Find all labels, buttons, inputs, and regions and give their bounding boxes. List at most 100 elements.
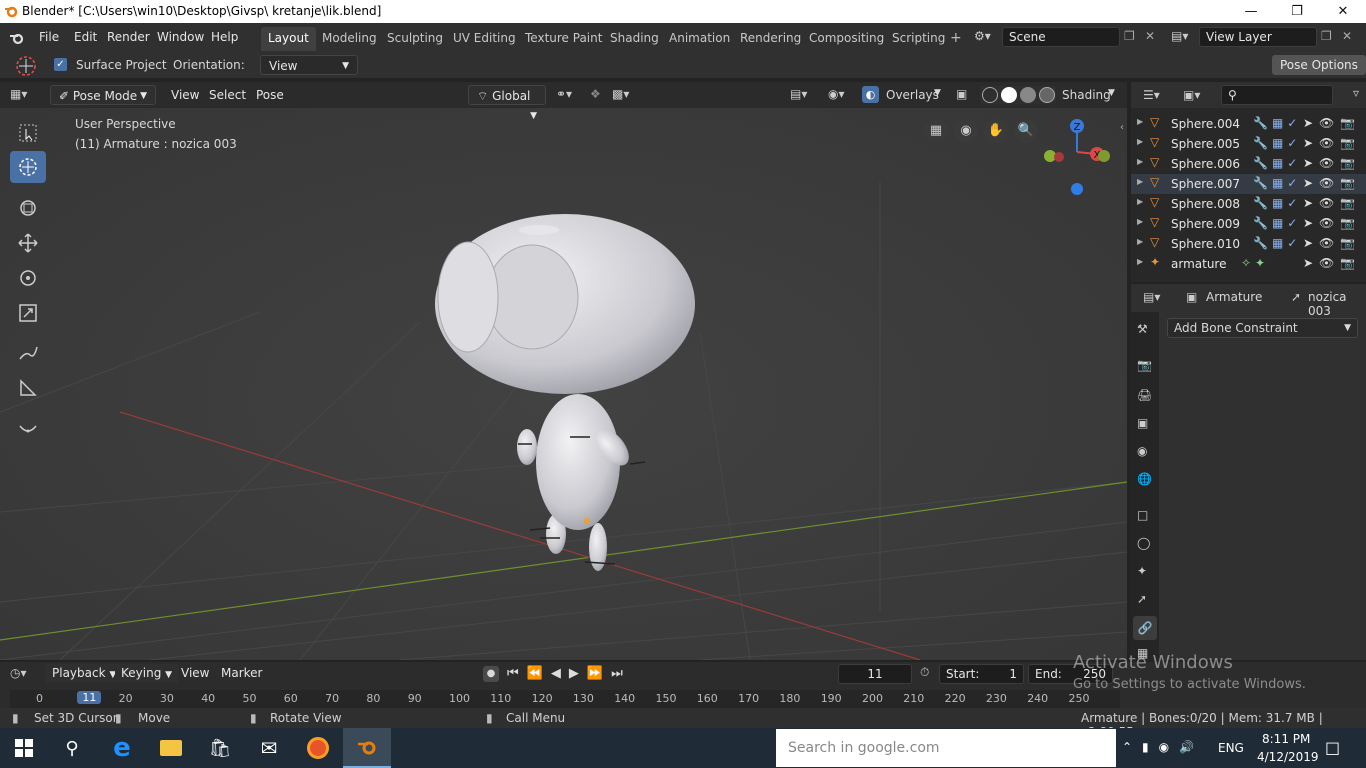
record-icon[interactable]: ● [483,666,499,682]
tray-icons[interactable]: ⌃▮◉🔊 [1122,740,1204,754]
outliner-editor-icon[interactable]: ☰▾ [1143,88,1160,102]
transform-tool[interactable] [10,192,46,224]
add-workspace-icon[interactable]: + [950,30,962,46]
editor-type-icon[interactable]: ▦▾ [10,87,27,101]
start-frame-field[interactable]: Start: 1 [939,664,1024,684]
overlays-dropdown-icon[interactable]: ▼ [934,88,941,98]
minimize-button[interactable]: — [1228,0,1274,23]
new-scene-icon[interactable]: ❐ [1124,29,1135,43]
zoom-view-icon[interactable]: 🔍 [1014,119,1038,143]
timeline-editor-icon[interactable]: ◷▾ [10,666,27,680]
expand-icon[interactable]: ▶ [1137,117,1143,126]
current-frame-field[interactable]: 11 [838,664,912,684]
move-tool[interactable] [10,227,46,259]
timeline-view-menu[interactable]: View [175,664,215,683]
view-menu[interactable]: View [165,86,205,105]
expand-icon[interactable]: ▶ [1137,177,1143,186]
outliner-row[interactable]: ▶ ▽ Sphere.010 🔧▦✓ ➤👁📷 [1131,234,1366,254]
display-mode-icon[interactable]: ▣▾ [1183,88,1200,102]
firefox-icon[interactable] [294,728,342,768]
tab-sculpting[interactable]: Sculpting [380,27,450,51]
marker-menu[interactable]: Marker [215,664,268,683]
tab-modeling[interactable]: Modeling [315,27,384,51]
delete-view-layer-icon[interactable]: ✕ [1342,29,1352,43]
outliner-row[interactable]: ▶ ▽ Sphere.008 🔧▦✓ ➤👁📷 [1131,194,1366,214]
new-view-layer-icon[interactable]: ❐ [1321,29,1332,43]
outliner-row[interactable]: ▶ ▽ Sphere.009 🔧▦✓ ➤👁📷 [1131,214,1366,234]
xray-toggle-icon[interactable]: ▣ [956,87,967,101]
blender-menu-icon[interactable] [9,30,25,46]
taskbar-search-box[interactable]: Search in google.com [776,729,1116,767]
shading-dropdown[interactable]: Shading [1062,88,1111,102]
world-tab-icon[interactable]: 🌐 [1137,472,1152,486]
notifications-icon[interactable]: □ [1325,738,1340,757]
rendered-shading-icon[interactable] [1039,87,1055,103]
file-explorer-icon[interactable] [147,728,195,768]
measure-tool[interactable] [10,372,46,404]
bone-constraint-tab-icon[interactable]: 🔗 [1133,616,1157,640]
output-tab-icon[interactable]: 🖨 [1137,388,1152,402]
visibility-icons[interactable]: ➤👁📷 [1303,216,1361,230]
view-layer-tab-icon[interactable]: ▣ [1137,416,1148,430]
tool-tab-icon[interactable]: ⚒ [1137,322,1148,336]
outliner-row[interactable]: ▶ ▽ Sphere.007 🔧▦✓ ➤👁📷 [1131,174,1366,194]
tab-shading[interactable]: Shading [603,27,666,51]
language-indicator[interactable]: ENG [1218,741,1244,755]
outliner-row[interactable]: ▶ ✦ armature ✧✦ ➤👁📷 [1131,254,1366,274]
mode-dropdown[interactable]: ✐ Pose Mode ▼ [50,85,156,105]
transform-orientation-dropdown[interactable]: ⌔ Global ▼ [468,85,546,121]
frame-ruler[interactable]: 0102030405060708090100110120130140150160… [10,690,1120,708]
delete-scene-icon[interactable]: ✕ [1145,29,1155,43]
tab-layout[interactable]: Layout [261,27,316,51]
pan-view-icon[interactable]: ✋ [984,119,1008,143]
visibility-icons[interactable]: ➤👁📷 [1303,116,1361,130]
tab-compositing[interactable]: Compositing [802,27,891,51]
expand-icon[interactable]: ▶ [1137,237,1143,246]
playback-controls[interactable]: ⏮⏪◀▶⏩⏭ [507,666,631,681]
menu-edit[interactable]: Edit [68,28,103,47]
select-box-tool[interactable] [10,117,46,149]
wireframe-shading-icon[interactable] [982,87,998,103]
outliner-search-input[interactable]: ⚲ [1221,85,1333,105]
menu-render[interactable]: Render [101,28,156,47]
expand-icon[interactable]: ▶ [1137,217,1143,226]
tab-rendering[interactable]: Rendering [733,27,808,51]
visibility-icons[interactable]: ➤👁📷 [1303,196,1361,210]
mail-icon[interactable]: ✉ [245,728,293,768]
ortho-toggle-icon[interactable]: ▦ [924,119,948,143]
edge-browser-icon[interactable]: e [98,728,146,768]
pose-options-button[interactable]: Pose Options [1272,55,1366,75]
clock-date[interactable]: 4/12/2019 [1257,750,1319,764]
snap-target-icon[interactable]: ▩▾ [612,87,629,101]
outliner-row[interactable]: ▶ ▽ Sphere.005 🔧▦✓ ➤👁📷 [1131,134,1366,154]
view-layer-field[interactable]: View Layer [1199,27,1317,47]
surface-project-checkbox[interactable]: ✓ [54,58,67,71]
annotate-tool[interactable] [10,337,46,369]
cursor-tool[interactable] [10,151,46,183]
current-frame-marker[interactable]: 11 [77,691,102,704]
expand-icon[interactable]: ▶ [1137,197,1143,206]
search-icon[interactable]: ⚲ [48,728,96,768]
solid-shading-icon[interactable] [1001,87,1017,103]
outliner-row[interactable]: ▶ ▽ Sphere.006 🔧▦✓ ➤👁📷 [1131,154,1366,174]
menu-file[interactable]: File [33,28,65,47]
render-tab-icon[interactable]: 📷 [1137,358,1152,372]
expand-icon[interactable]: ▶ [1137,137,1143,146]
filter-icon[interactable]: ▿ [1353,86,1359,100]
bone-envelope-tool[interactable] [10,412,46,444]
bone-tab-icon[interactable]: ➚ [1137,592,1147,606]
tab-scripting[interactable]: Scripting [885,27,952,51]
object-tab-icon[interactable]: □ [1137,508,1148,522]
visibility-icons[interactable]: ➤👁📷 [1303,256,1361,270]
scale-tool[interactable] [10,297,46,329]
select-menu[interactable]: Select [203,86,252,105]
3d-viewport[interactable]: User Perspective (11) Armature : nozica … [0,82,1127,660]
expand-icon[interactable]: ▶ [1137,157,1143,166]
scene-selector-icon[interactable]: ⚙▾ [974,29,991,43]
scene-field[interactable]: Scene [1002,27,1120,47]
armature-tab-icon[interactable]: ✦ [1137,564,1147,578]
properties-editor-icon[interactable]: ▤▾ [1143,290,1160,304]
blender-taskbar-icon[interactable] [343,728,391,768]
overlays-label[interactable]: Overlays [886,88,939,102]
cursor-tool-icon[interactable] [12,54,40,78]
